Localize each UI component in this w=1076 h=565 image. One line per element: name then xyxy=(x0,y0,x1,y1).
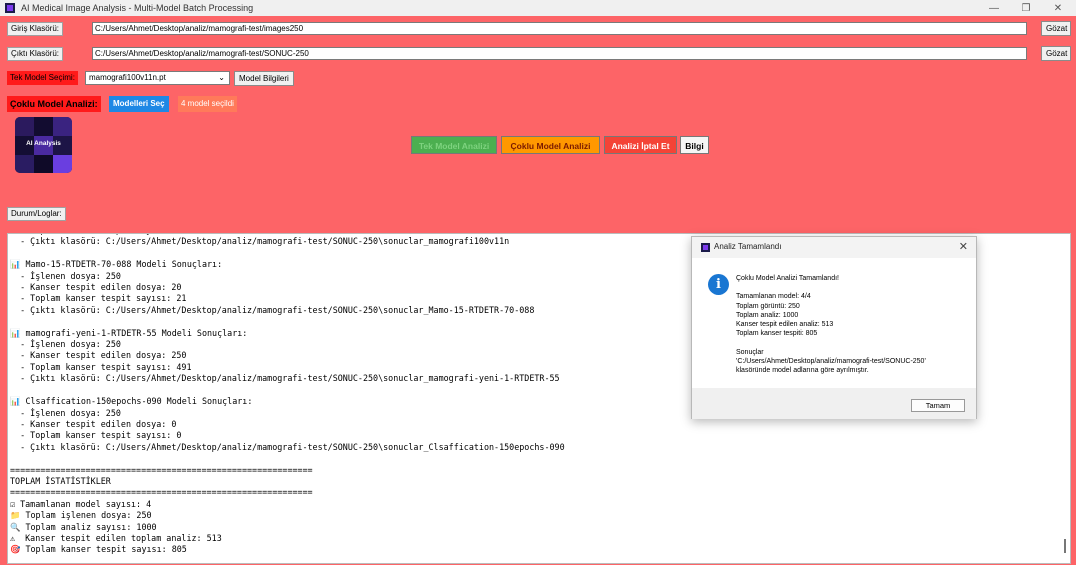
log-line: 📊 Mamo-15-RTDETR-70-088 Modeli Sonuçları… xyxy=(10,259,223,270)
log-line: 📊 Clsaffication-150epochs-090 Modeli Son… xyxy=(10,396,253,407)
model-select[interactable]: mamografi100v11n.pt ⌄ xyxy=(85,71,230,85)
log-line: ⚠ Kanser tespit edilen toplam analiz: 51… xyxy=(10,532,222,543)
selected-count-label: 4 model seçildi xyxy=(178,96,237,112)
ok-button[interactable]: Tamam xyxy=(911,399,965,412)
log-line: - İşlenen dosya: 250 xyxy=(10,270,121,281)
log-line: - Çıktı klasörü: C:/Users/Ahmet/Desktop/… xyxy=(10,373,560,384)
log-line: - Çıktı klasörü: C:/Users/Ahmet/Desktop/… xyxy=(10,441,565,452)
select-models-button[interactable]: Modelleri Seç xyxy=(109,96,169,112)
dialog-message-line: Tamamlanan model: 4/4 xyxy=(736,293,811,301)
window-title: AI Medical Image Analysis - Multi-Model … xyxy=(21,3,254,13)
model-select-value: mamografi100v11n.pt xyxy=(89,73,166,82)
log-line: - Toplam kanser tespit sayısı: 491 xyxy=(10,361,192,372)
log-line: ========================================… xyxy=(10,487,313,498)
log-line: - Kanser tespit edilen dosya: 0 xyxy=(10,418,177,429)
log-line: ========================================… xyxy=(10,464,313,475)
log-line: 🔍 Toplam analiz sayısı: 1000 xyxy=(10,521,157,532)
dialog-title: Analiz Tamamlandı xyxy=(714,242,782,251)
app-icon xyxy=(5,3,15,13)
dialog-message-line xyxy=(736,283,972,292)
dialog-message-line: klasöründe model adlarına göre ayrılmışt… xyxy=(736,367,869,375)
restore-icon[interactable]: ❐ xyxy=(1011,0,1041,16)
chevron-down-icon: ⌄ xyxy=(218,73,225,82)
close-icon[interactable]: ✕ xyxy=(959,240,968,253)
log-line: - İşlenen dosya: 250 xyxy=(10,407,121,418)
input-folder-field[interactable]: C:/Users/Ahmet/Desktop/analiz/mamografi-… xyxy=(92,22,1027,35)
model-info-button[interactable]: Model Bilgileri xyxy=(234,71,294,86)
log-line: 📊 mamografi-yeni-1-RTDETR-55 Modeli Sonu… xyxy=(10,327,248,338)
log-line: 🎯 Toplam kanser tespit sayısı: 805 xyxy=(10,544,187,555)
info-button[interactable]: Bilgi xyxy=(680,136,709,154)
log-line: ☑ Tamamlanan model sayısı: 4 xyxy=(10,498,152,509)
output-browse-button[interactable]: Gözat xyxy=(1041,46,1071,61)
dialog-message-line: 'C:/Users/Ahmet/Desktop/analiz/mamografi… xyxy=(736,357,926,365)
log-line: - Toplam kanser tespit sayısı: 0 xyxy=(10,430,182,441)
dialog-message-line: Çoklu Model Analizi Tamamlandı! xyxy=(736,275,839,282)
log-line: - Çıktı klasörü: C:/Users/Ahmet/Desktop/… xyxy=(10,236,510,247)
dialog-message-line: Kanser tespit edilen analiz: 513 xyxy=(736,321,834,329)
input-browse-button[interactable]: Gözat xyxy=(1041,21,1071,36)
dialog-message-line: Toplam görüntü: 250 xyxy=(736,302,800,310)
logo-text: AI Analysis xyxy=(26,140,61,147)
dialog-message-line xyxy=(736,338,972,347)
status-log-label: Durum/Loglar: xyxy=(7,207,66,221)
log-scrollbar[interactable] xyxy=(1064,539,1066,553)
log-line: - Çıktı klasörü: C:/Users/Ahmet/Desktop/… xyxy=(10,304,535,315)
log-line: - Toplam kanser tespit sayısı: 21 xyxy=(10,293,187,304)
dialog-title-bar: Analiz Tamamlandı ✕ xyxy=(692,237,976,258)
log-line: 📁 Toplam işlenen dosya: 250 xyxy=(10,510,152,521)
log-content: - Toplam kanser tespit sayısı: 250 - Çık… xyxy=(10,234,565,556)
close-icon[interactable]: ✕ xyxy=(1043,0,1073,16)
single-model-analysis-button[interactable]: Tek Model Analizi xyxy=(411,136,497,154)
title-bar: AI Medical Image Analysis - Multi-Model … xyxy=(0,0,1076,16)
dialog-message-line: Sonuçlar xyxy=(736,348,764,356)
ai-analysis-logo: AI Analysis xyxy=(15,117,72,173)
single-model-label: Tek Model Seçimi: xyxy=(7,71,78,85)
log-line: TOPLAM İSTATİSTİKLER xyxy=(10,475,111,486)
multi-model-label: Çoklu Model Analizi: xyxy=(7,96,101,112)
output-folder-field[interactable]: C:/Users/Ahmet/Desktop/analiz/mamografi-… xyxy=(92,47,1027,60)
info-icon: i xyxy=(708,274,729,295)
log-line: - İşlenen dosya: 250 xyxy=(10,339,121,350)
analysis-complete-dialog: Analiz Tamamlandı ✕ i Çoklu Model Analiz… xyxy=(691,236,977,419)
app-icon xyxy=(701,243,710,252)
minimize-icon[interactable]: — xyxy=(979,0,1009,16)
dialog-message: Çoklu Model Analizi Tamamlandı! Tamamlan… xyxy=(736,274,972,375)
multi-model-analysis-button[interactable]: Çoklu Model Analizi xyxy=(501,136,600,154)
dialog-message-line: Toplam analiz: 1000 xyxy=(736,311,799,319)
cancel-analysis-button[interactable]: Analizi İptal Et xyxy=(604,136,677,154)
log-line: - Kanser tespit edilen dosya: 20 xyxy=(10,282,182,293)
output-folder-label: Çıktı Klasörü: xyxy=(7,47,64,61)
dialog-message-line: Toplam kanser tespiti: 805 xyxy=(736,330,818,338)
input-folder-label: Giriş Klasörü: xyxy=(7,22,64,36)
log-line: - Kanser tespit edilen dosya: 250 xyxy=(10,350,187,361)
